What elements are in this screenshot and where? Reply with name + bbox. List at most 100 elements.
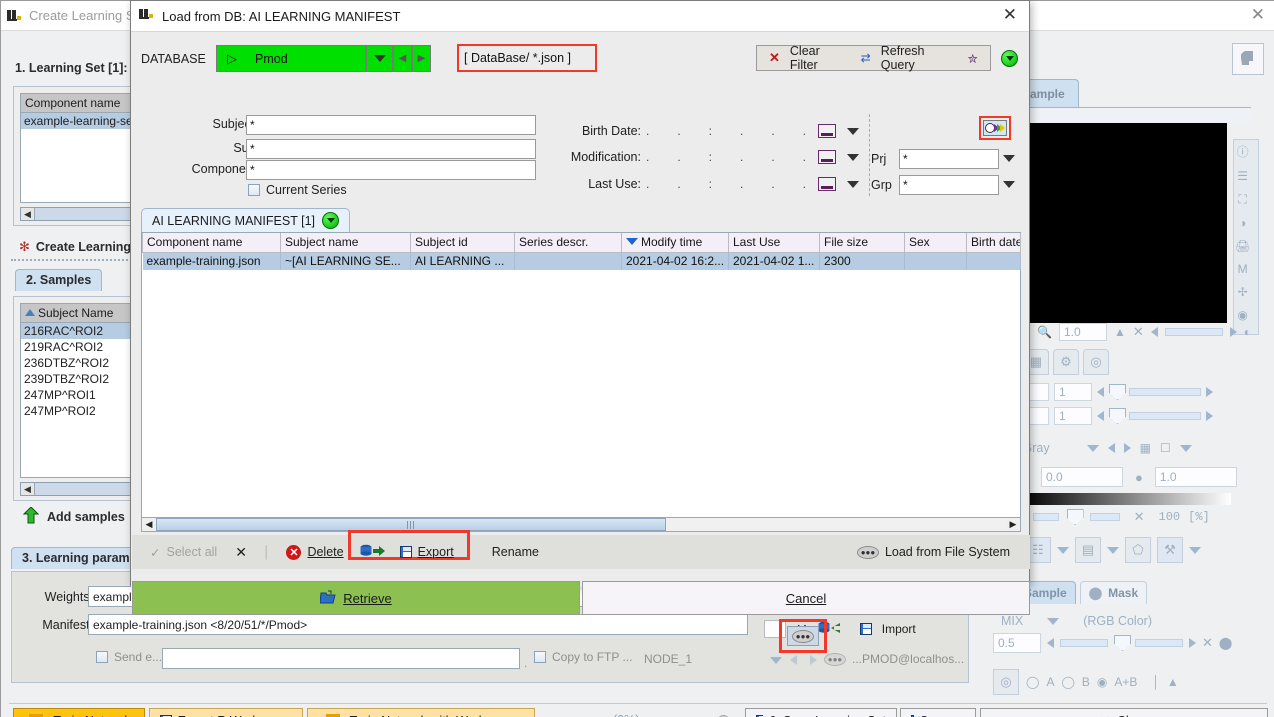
range-slider-thumb[interactable] <box>1109 384 1126 400</box>
range-slider-track[interactable] <box>1129 388 1201 396</box>
train-network-with-workspace-button[interactable]: Train Network with Workspace <box>307 708 535 717</box>
scroll-left-icon[interactable]: ◀ <box>21 483 35 495</box>
radio-ab[interactable]: ◉ <box>1097 675 1107 689</box>
modification-chevron-icon[interactable] <box>847 154 859 161</box>
copy-icon[interactable]: ☐ <box>1160 441 1171 455</box>
head-orientation-button[interactable] <box>1232 43 1264 75</box>
tools-chevron-icon[interactable] <box>1189 546 1201 554</box>
database-next-button[interactable]: ▶ <box>412 45 431 72</box>
m-icon[interactable]: M <box>1238 262 1248 276</box>
grid-icon[interactable]: ▤ <box>1075 537 1101 563</box>
tab-menu-icon[interactable] <box>322 212 340 229</box>
options-icon[interactable]: ●●● <box>824 653 846 666</box>
info-icon[interactable]: ⓘ <box>1237 143 1249 160</box>
printer-icon[interactable]: 🖨 <box>1235 239 1250 253</box>
next-icon[interactable] <box>810 655 817 665</box>
table-row[interactable]: example-training.json ~[AI LEARNING SE..… <box>142 252 1021 270</box>
export-action[interactable]: Export <box>360 544 454 561</box>
add-samples-button[interactable]: Add samples <box>22 506 125 527</box>
radio-a[interactable]: ◯ <box>1026 675 1039 689</box>
background-close-icon[interactable]: ✕ <box>1251 6 1265 24</box>
table-hscrollbar[interactable]: ◀ ▶ <box>141 517 1021 532</box>
range2-slider-thumb[interactable] <box>1109 408 1126 424</box>
last-use-chevron-icon[interactable] <box>847 181 859 188</box>
grp-chevron-icon[interactable] <box>1003 181 1015 188</box>
points-chevron-icon[interactable] <box>1057 546 1069 554</box>
transparency-icon[interactable]: ▦ <box>1140 441 1151 455</box>
mix-track-left[interactable] <box>1060 639 1108 647</box>
chevron-down-icon-2[interactable] <box>1179 444 1192 452</box>
refresh-query-button[interactable]: Refresh Query <box>881 44 954 72</box>
percent-thumb[interactable] <box>1066 509 1084 525</box>
col-last-use[interactable]: Last Use <box>728 233 820 253</box>
fullscreen-icon[interactable]: ⛶ <box>1238 192 1246 207</box>
mix-chevron-icon[interactable] <box>1047 617 1060 625</box>
collapse-icon[interactable]: ▲ <box>1167 675 1179 689</box>
contrast-icon[interactable]: ◑ <box>1239 216 1246 230</box>
delete-action[interactable]: ✕ Delete <box>286 544 344 560</box>
subject-name-input[interactable]: * <box>246 115 536 135</box>
modification-picker-icon[interactable] <box>818 150 836 164</box>
grid-chevron-icon[interactable] <box>1107 546 1119 554</box>
colortable-prev-icon[interactable] <box>1107 443 1115 453</box>
clear-filter-button[interactable]: Clear Filter <box>790 44 845 72</box>
close-button[interactable]: ✕ Close <box>980 708 1268 717</box>
range-next-icon[interactable] <box>1206 387 1213 397</box>
tab-mask[interactable]: ⬤ Mask <box>1079 581 1148 604</box>
birth-date-chevron-icon[interactable] <box>847 128 859 135</box>
birth-date-picker-icon[interactable] <box>818 124 836 138</box>
send-email-checkbox[interactable] <box>96 651 108 663</box>
prev-slice-icon[interactable] <box>1150 327 1158 337</box>
range-high-field-2[interactable]: 1 <box>1054 407 1092 425</box>
mix-prev-icon[interactable] <box>1047 638 1054 648</box>
last-use-value[interactable]: ..:... <box>646 177 806 191</box>
percent-clear-icon[interactable]: ✕ <box>1134 509 1145 525</box>
range-low-field-2[interactable]: 1 <box>1054 383 1092 401</box>
colortable-next-icon[interactable] <box>1123 443 1131 453</box>
grayscale-gradient-bar[interactable] <box>1021 493 1231 505</box>
range2-next-icon[interactable] <box>1206 411 1213 421</box>
shape-icon[interactable]: ⬠ <box>1125 537 1151 563</box>
save-as-button[interactable]: Save as <box>900 708 976 717</box>
next-slice-icon[interactable] <box>1229 327 1237 337</box>
hscroll-right-icon[interactable]: ▶ <box>1006 518 1020 531</box>
chevron-down-icon[interactable] <box>1086 444 1099 452</box>
database-dropdown-button[interactable] <box>366 45 393 72</box>
range-prev-icon[interactable] <box>1097 387 1104 397</box>
col-sex[interactable]: Sex <box>904 233 967 253</box>
database-combo[interactable]: ▷ Pmod <box>216 45 366 72</box>
select-all-action[interactable]: ✓ Select all <box>150 545 217 560</box>
send-email-input[interactable] <box>162 648 520 669</box>
grp-input[interactable]: * <box>899 175 999 195</box>
component-name-input[interactable]: * <box>246 160 536 180</box>
mix-clear-icon[interactable]: ✕ <box>1202 635 1213 651</box>
percent-track-left[interactable] <box>1032 513 1059 521</box>
percent-track-right[interactable] <box>1089 513 1120 521</box>
copy-to-ftp-checkbox[interactable] <box>534 651 546 663</box>
prj-input[interactable]: * <box>899 149 999 169</box>
retrieve-button[interactable]: Retrieve <box>132 581 580 615</box>
zoom-clear-icon[interactable]: ✕ <box>1133 324 1144 340</box>
mix-thumb[interactable] <box>1114 635 1131 651</box>
manifest-field[interactable]: example-training.json <8/20/51/*/Pmod> <box>88 614 748 635</box>
modification-value[interactable]: ..:... <box>646 150 806 164</box>
tab-samples[interactable]: 2. Samples <box>15 269 103 291</box>
mix-toggle-icon[interactable]: ⬤ <box>1219 636 1232 650</box>
col-file-size[interactable]: File size <box>819 233 905 253</box>
rename-action[interactable]: Rename <box>492 545 539 559</box>
range2-slider-track[interactable] <box>1129 412 1201 420</box>
database-prev-button[interactable]: ◀ <box>393 45 412 72</box>
contrast-drop-icon[interactable]: ● <box>1135 470 1143 485</box>
mix-next-icon[interactable] <box>1189 638 1196 648</box>
node-value[interactable]: NODE_1 <box>644 652 774 666</box>
layout-icon[interactable]: ☰ <box>1237 169 1248 183</box>
signal-icon[interactable]: ◎ <box>993 669 1019 695</box>
chevron-down-icon[interactable] <box>770 657 782 664</box>
hscroll-left-icon[interactable]: ◀ <box>142 518 156 531</box>
slice-slider[interactable] <box>1164 328 1223 336</box>
create-learning-button[interactable]: ✻ Create Learning <box>19 239 131 255</box>
zoom-value[interactable]: 1.0 <box>1058 323 1107 341</box>
expand-query-button[interactable] <box>1001 50 1018 67</box>
prev-icon[interactable] <box>790 655 797 665</box>
toggle-icon[interactable]: ◐ <box>1244 325 1251 339</box>
